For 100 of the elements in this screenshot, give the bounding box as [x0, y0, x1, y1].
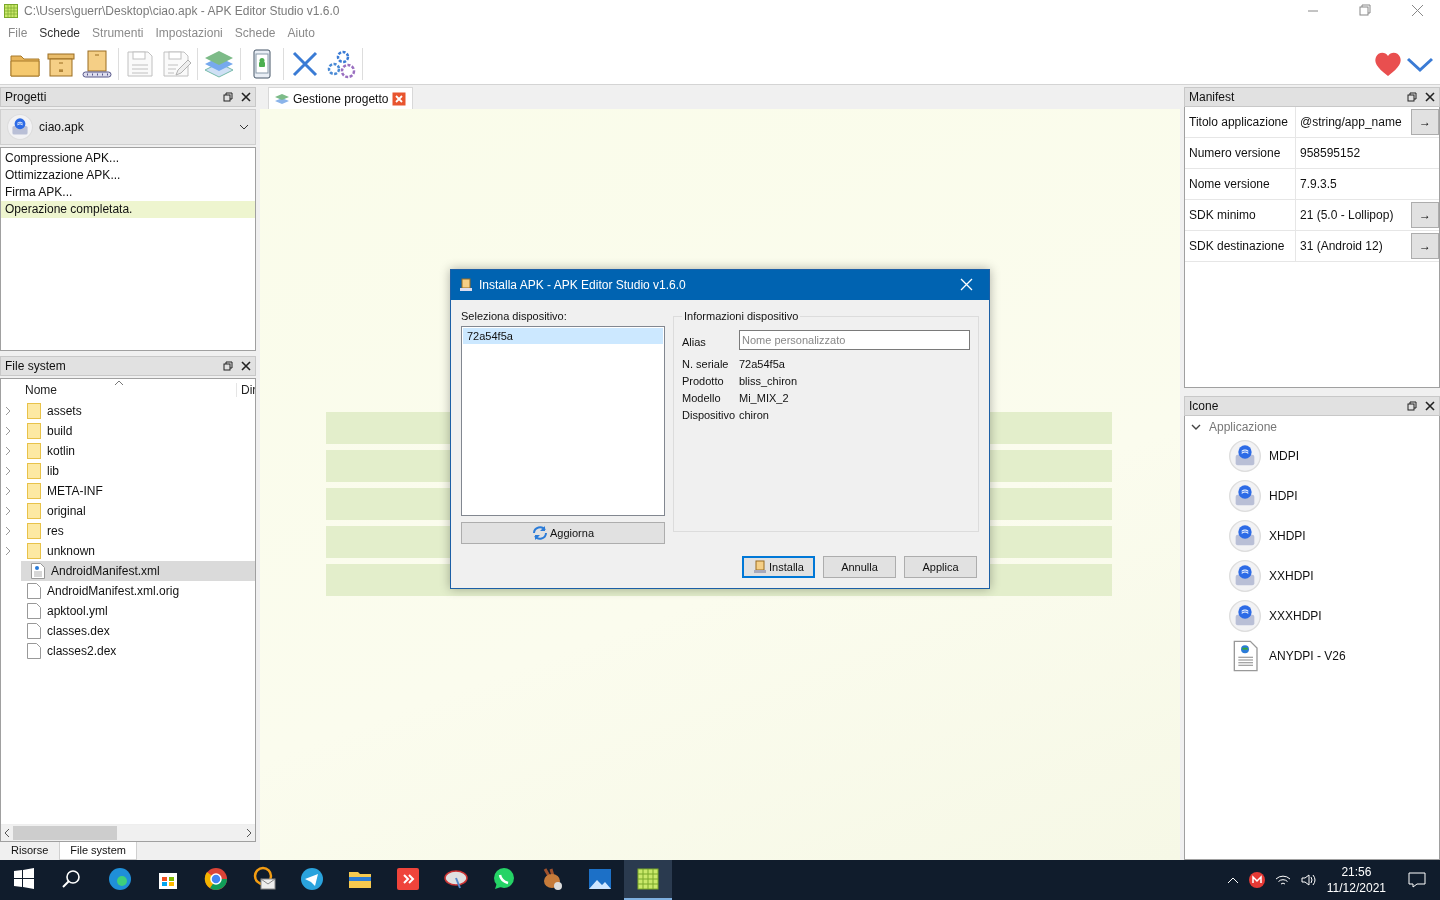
column-header[interactable]: Nome	[25, 383, 236, 397]
icon-item[interactable]: XXHDPI	[1185, 556, 1439, 596]
log-entry[interactable]: Ottimizzazione APK...	[1, 167, 255, 184]
float-icon[interactable]	[223, 361, 233, 371]
chat-bubble-icon[interactable]	[491, 866, 517, 892]
dialog-button[interactable]: Annulla	[823, 556, 896, 578]
browser-icon[interactable]	[107, 866, 133, 892]
close-icon[interactable]	[241, 361, 251, 371]
gears-icon[interactable]	[325, 48, 357, 80]
globe-icon[interactable]	[203, 866, 229, 892]
panel-title: Manifest	[1189, 90, 1236, 104]
tree-item[interactable]: lib	[1, 461, 255, 481]
field-label: N. seriale	[682, 358, 730, 370]
group-title: Informazioni dispositivo	[683, 310, 800, 322]
dialog-button[interactable]: Applica	[904, 556, 977, 578]
close-icon[interactable]	[1425, 92, 1435, 102]
speaker-icon[interactable]	[1300, 873, 1317, 887]
folder-icon	[27, 463, 41, 479]
tree-item[interactable]: unknown	[1, 541, 255, 561]
diamond-arrows-icon[interactable]	[395, 866, 421, 892]
tree-item[interactable]: AndroidManifest.xml	[21, 561, 255, 581]
edit-button[interactable]: →	[1411, 109, 1439, 135]
icon-item[interactable]: XHDPI	[1185, 516, 1439, 556]
tree-item[interactable]: build	[1, 421, 255, 441]
layers-icon	[275, 92, 289, 105]
field-label: Seleziona dispositivo:	[461, 310, 568, 322]
field-value: chiron	[739, 409, 770, 421]
tree-item[interactable]: classes2.dex	[1, 641, 255, 661]
folder-icon	[27, 403, 41, 419]
folder-icon	[27, 483, 41, 499]
field-label: Prodotto	[682, 375, 725, 387]
float-icon[interactable]	[223, 92, 233, 102]
field-label: Modello	[682, 392, 722, 404]
keyboard-app-icon	[1229, 440, 1261, 472]
horizontal-scrollbar[interactable]	[1, 824, 255, 841]
keyboard-app-icon	[1229, 600, 1261, 632]
device-item[interactable]: 72a54f5a	[463, 328, 663, 344]
panel-title: Icone	[1189, 399, 1220, 413]
field-label: Alias	[682, 335, 707, 348]
folder-icon	[27, 423, 41, 439]
folder-icon	[27, 443, 41, 459]
field-value: 72a54f5a	[739, 358, 786, 370]
clock[interactable]: 21:56 11/12/2021	[1326, 864, 1386, 896]
menu-item[interactable]: File	[2, 26, 34, 40]
folder-icon	[27, 503, 41, 519]
close-icon[interactable]	[241, 92, 251, 102]
log-entry[interactable]: Firma APK...	[1, 184, 255, 201]
folder-icon	[27, 543, 41, 559]
file-icon	[27, 603, 41, 619]
float-icon[interactable]	[1407, 92, 1417, 102]
folder-icon	[27, 523, 41, 539]
windows-start-icon[interactable]	[11, 866, 37, 892]
tree-item[interactable]: assets	[1, 401, 255, 421]
xml-file-icon	[31, 563, 45, 579]
file-icon	[27, 643, 41, 659]
tree-group[interactable]: Applicazione	[1185, 418, 1439, 436]
sort-caret-icon	[115, 380, 123, 385]
menu-item[interactable]: Strumenti	[86, 26, 150, 40]
wifi-icon[interactable]	[1274, 873, 1291, 887]
window-title: C:\Users\guerr\Desktop\ciao.apk - APK Editor Studio v1.6.0	[24, 4, 341, 18]
notification-icon[interactable]	[1408, 872, 1426, 888]
icon-item[interactable]: HDPI	[1185, 476, 1439, 516]
log-entry[interactable]: Compressione APK...	[1, 150, 255, 167]
tree-item[interactable]: kotlin	[1, 441, 255, 461]
tree-item[interactable]: classes.dex	[1, 621, 255, 641]
chevron-down-icon	[239, 124, 249, 130]
icon-item[interactable]: ANYDPI - V26	[1185, 636, 1439, 676]
menu-item[interactable]: Aiuto	[281, 26, 321, 40]
keyboard-app-icon	[7, 114, 33, 140]
tree-item[interactable]: res	[1, 521, 255, 541]
icon-item[interactable]: XXXHDPI	[1185, 596, 1439, 636]
menu-item[interactable]: Schede	[228, 26, 282, 40]
edit-button[interactable]: →	[1411, 202, 1439, 228]
close-icon[interactable]	[1425, 401, 1435, 411]
mail-icon[interactable]	[251, 866, 277, 892]
tree-item[interactable]: original	[1, 501, 255, 521]
file-icon	[27, 623, 41, 639]
log-entry[interactable]: Operazione completata.	[1, 201, 255, 218]
float-icon[interactable]	[1407, 401, 1417, 411]
chevron-up-icon[interactable]	[1226, 876, 1239, 884]
keyboard-app-icon	[1229, 480, 1261, 512]
field-value: Mi_MIX_2	[739, 392, 790, 404]
refresh-button[interactable]: Aggiorna	[461, 522, 665, 544]
tree-item[interactable]: apktool.yml	[1, 601, 255, 621]
tab[interactable]: File system	[59, 842, 137, 860]
paper-plane-icon[interactable]	[299, 866, 325, 892]
project-dropdown[interactable]: ciao.apk	[0, 109, 256, 145]
photo-icon[interactable]	[587, 866, 613, 892]
edit-button[interactable]: →	[1411, 233, 1439, 259]
dialog-button[interactable]: Installa	[742, 556, 815, 578]
tree-item[interactable]: AndroidManifest.xml.orig	[1, 581, 255, 601]
menu-item[interactable]: Schede	[33, 26, 87, 40]
spreadsheet-grid-icon[interactable]	[635, 866, 661, 892]
tab[interactable]: Gestione progetto	[268, 87, 414, 109]
tree-item[interactable]: META-INF	[1, 481, 255, 501]
icon-item[interactable]: MDPI	[1185, 436, 1439, 476]
box-on-conveyor-icon[interactable]	[81, 48, 113, 80]
mail-badge-icon[interactable]	[1248, 872, 1265, 888]
menu-item[interactable]: Impostazioni	[149, 26, 229, 40]
alias-field[interactable]: Nome personalizzato	[739, 330, 970, 350]
